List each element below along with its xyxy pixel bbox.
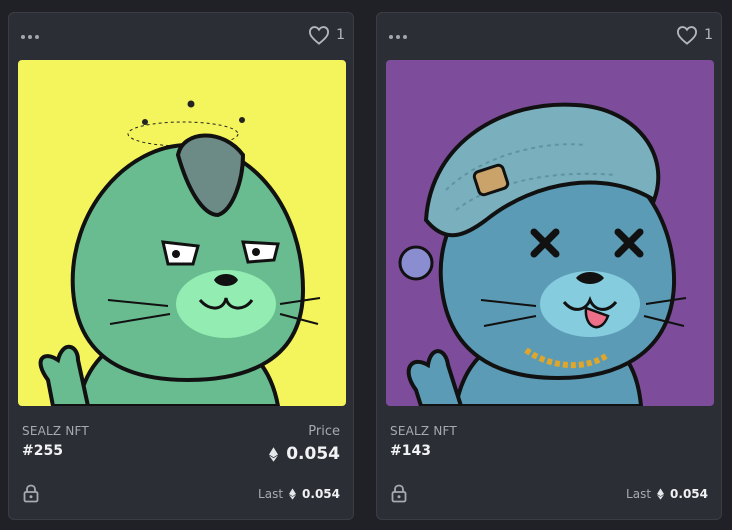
token-id: #143 xyxy=(390,443,431,459)
collection-name: SEALZ NFT xyxy=(22,424,89,438)
last-sale: Last 0.054 xyxy=(626,487,708,501)
ethereum-icon xyxy=(657,488,665,500)
nft-image[interactable] xyxy=(18,60,346,406)
last-label: Last xyxy=(626,487,652,501)
like-button[interactable]: 1 xyxy=(308,25,345,45)
more-options-icon[interactable] xyxy=(389,35,407,39)
seal-illustration xyxy=(18,60,346,406)
like-button[interactable]: 1 xyxy=(676,25,713,45)
nft-image[interactable] xyxy=(386,60,714,406)
seal-illustration xyxy=(386,60,714,406)
ethereum-icon xyxy=(289,488,297,500)
collection-name: SEALZ NFT xyxy=(390,424,457,438)
heart-icon xyxy=(308,25,330,45)
nft-card[interactable]: 1 SEALZ NFT #255 Price 0.054 Last 0.054 xyxy=(8,12,354,520)
lock-icon[interactable] xyxy=(391,484,407,507)
like-count: 1 xyxy=(704,27,713,43)
more-options-icon[interactable] xyxy=(21,35,39,39)
like-count: 1 xyxy=(336,27,345,43)
price-value: 0.054 xyxy=(269,444,340,464)
ethereum-icon xyxy=(269,446,279,462)
token-id: #255 xyxy=(22,443,63,459)
lock-icon[interactable] xyxy=(23,484,39,507)
last-sale-value: 0.054 xyxy=(302,487,340,501)
nft-card[interactable]: 1 SEALZ NFT #143 Last 0.054 xyxy=(376,12,722,520)
last-sale-value: 0.054 xyxy=(670,487,708,501)
last-label: Last xyxy=(258,487,284,501)
heart-icon xyxy=(676,25,698,45)
last-sale: Last 0.054 xyxy=(258,487,340,501)
price-label: Price xyxy=(308,424,340,439)
